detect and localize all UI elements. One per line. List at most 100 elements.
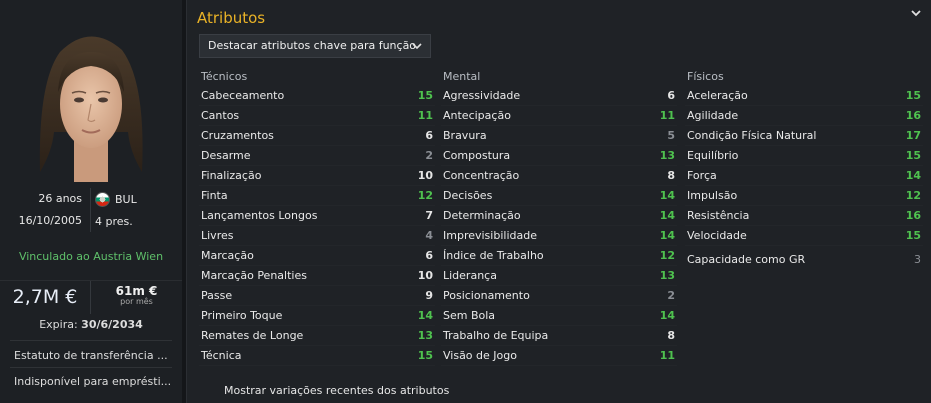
club-contract-status[interactable]: Vinculado ao Austria Wien xyxy=(0,250,182,263)
attribute-name: Impulsão xyxy=(687,189,738,202)
attribute-row[interactable]: Agilidade 16 xyxy=(685,106,923,126)
chevron-down-icon[interactable] xyxy=(909,6,923,20)
attribute-value: 17 xyxy=(905,129,921,142)
attribute-value: 2 xyxy=(667,289,675,302)
show-recent-changes-toggle[interactable]: Mostrar variações recentes dos atributos xyxy=(224,384,449,397)
attribute-name: Desarme xyxy=(201,149,251,162)
gk-ability-name: Capacidade como GR xyxy=(687,253,806,266)
attribute-row[interactable]: Cruzamentos 6 xyxy=(199,126,435,146)
attribute-row[interactable]: Cabeceamento 15 xyxy=(199,86,435,106)
attribute-row[interactable]: Equilíbrio 15 xyxy=(685,146,923,166)
attribute-value: 2 xyxy=(425,149,433,162)
attribute-name: Velocidade xyxy=(687,229,747,242)
attribute-name: Agilidade xyxy=(687,109,739,122)
attribute-row[interactable]: Remates de Longe 13 xyxy=(199,326,435,346)
attributes-panel: Atributos Destacar atributos chave para … xyxy=(186,0,931,403)
player-nation[interactable]: BUL xyxy=(115,193,137,206)
attribute-row[interactable]: Primeiro Toque 14 xyxy=(199,306,435,326)
gk-ability-value: 3 xyxy=(914,253,921,266)
player-dob: 16/10/2005 xyxy=(0,210,91,232)
attribute-value: 15 xyxy=(417,89,433,102)
attribute-row[interactable]: Aceleração 15 xyxy=(685,86,923,106)
attribute-row[interactable]: Técnica 15 xyxy=(199,346,435,366)
attribute-row[interactable]: Decisões 14 xyxy=(441,186,677,206)
attribute-value: 9 xyxy=(425,289,433,302)
attribute-row[interactable]: Condição Física Natural 17 xyxy=(685,126,923,146)
attribute-row[interactable]: Antecipação 11 xyxy=(441,106,677,126)
divider xyxy=(10,340,172,341)
attribute-name: Força xyxy=(687,169,717,182)
attribute-row[interactable]: Concentração 8 xyxy=(441,166,677,186)
attribute-row[interactable]: Trabalho de Equipa 8 xyxy=(441,326,677,346)
attribute-name: Liderança xyxy=(443,269,497,282)
attribute-row[interactable]: Desarme 2 xyxy=(199,146,435,166)
attribute-value: 11 xyxy=(659,349,675,362)
attribute-column-0: Técnicos Cabeceamento 15 Cantos 11 Cruzamento… xyxy=(199,70,435,366)
bulgaria-flag-icon[interactable] xyxy=(95,191,110,207)
attribute-group-title: Físicos xyxy=(687,70,724,83)
attribute-row[interactable]: Finta 12 xyxy=(199,186,435,206)
player-overview-panel: 26 anos BUL 16/10/2005 4 pres. Vinculado… xyxy=(0,0,182,403)
attribute-value: 13 xyxy=(417,329,433,342)
attribute-name: Antecipação xyxy=(443,109,511,122)
attribute-name: Imprevisibilidade xyxy=(443,229,537,242)
attribute-value: 12 xyxy=(417,189,433,202)
attribute-value: 12 xyxy=(659,249,675,262)
attribute-value: 10 xyxy=(417,169,433,182)
transfer-status[interactable]: Estatuto de transferência ... xyxy=(14,349,172,362)
attribute-row[interactable]: Força 14 xyxy=(685,166,923,186)
attribute-name: Trabalho de Equipa xyxy=(443,329,549,342)
attribute-column-1: Mental Agressividade 6 Antecipação 11 Bravura… xyxy=(441,70,677,366)
attribute-name: Decisões xyxy=(443,189,493,202)
attribute-value: 10 xyxy=(417,269,433,282)
attribute-row[interactable]: Bravura 5 xyxy=(441,126,677,146)
attribute-row[interactable]: Impulsão 12 xyxy=(685,186,923,206)
attribute-row[interactable]: Velocidade 15 xyxy=(685,226,923,246)
attribute-row[interactable]: Sem Bola 14 xyxy=(441,306,677,326)
attribute-value: 13 xyxy=(659,149,675,162)
attribute-row[interactable]: Liderança 13 xyxy=(441,266,677,286)
attribute-name: Marcação xyxy=(201,249,254,262)
gk-ability-row[interactable]: Capacidade como GR 3 xyxy=(685,250,923,270)
attribute-row[interactable]: Posicionamento 2 xyxy=(441,286,677,306)
expiry-label: Expira: xyxy=(39,318,78,331)
player-profile: 26 anos BUL 16/10/2005 4 pres. Vinculado… xyxy=(0,0,931,403)
attribute-row[interactable]: Imprevisibilidade 14 xyxy=(441,226,677,246)
attribute-name: Bravura xyxy=(443,129,487,142)
attribute-name: Lançamentos Longos xyxy=(201,209,318,222)
attribute-row[interactable]: Marcação 6 xyxy=(199,246,435,266)
attribute-name: Aceleração xyxy=(687,89,748,102)
attribute-row[interactable]: Resistência 16 xyxy=(685,206,923,226)
attribute-value: 7 xyxy=(425,209,433,222)
highlight-attributes-dropdown[interactable]: Destacar atributos chave para função xyxy=(199,34,431,58)
attribute-row[interactable]: Agressividade 6 xyxy=(441,86,677,106)
attribute-row[interactable]: Livres 4 xyxy=(199,226,435,246)
dob-caps-row: 16/10/2005 4 pres. xyxy=(0,210,182,232)
player-caps: 4 pres. xyxy=(95,214,133,228)
attribute-row[interactable]: Determinação 14 xyxy=(441,206,677,226)
player-wage: 61m € xyxy=(115,284,158,298)
attribute-row[interactable]: Cantos 11 xyxy=(199,106,435,126)
attribute-row[interactable]: Lançamentos Longos 7 xyxy=(199,206,435,226)
attribute-name: Visão de Jogo xyxy=(443,349,517,362)
attribute-value: 13 xyxy=(659,269,675,282)
attribute-row[interactable]: Índice de Trabalho 12 xyxy=(441,246,677,266)
attribute-value: 8 xyxy=(667,169,675,182)
attribute-value: 15 xyxy=(905,89,921,102)
attribute-row[interactable]: Compostura 13 xyxy=(441,146,677,166)
attribute-row[interactable]: Passe 9 xyxy=(199,286,435,306)
attribute-row[interactable]: Marcação Penalties 10 xyxy=(199,266,435,286)
loan-status[interactable]: Indisponível para emprésti... xyxy=(14,375,172,388)
attribute-row[interactable]: Finalização 10 xyxy=(199,166,435,186)
attribute-value: 8 xyxy=(667,329,675,342)
attribute-name: Determinação xyxy=(443,209,521,222)
attribute-value: 11 xyxy=(659,109,675,122)
attribute-name: Equilíbrio xyxy=(687,149,739,162)
age-nation-row: 26 anos BUL xyxy=(0,188,182,210)
attribute-name: Resistência xyxy=(687,209,750,222)
attribute-row[interactable]: Visão de Jogo 11 xyxy=(441,346,677,366)
player-portrait xyxy=(39,36,143,182)
attribute-value: 14 xyxy=(659,189,675,202)
attribute-value: 15 xyxy=(905,149,921,162)
attribute-name: Concentração xyxy=(443,169,520,182)
